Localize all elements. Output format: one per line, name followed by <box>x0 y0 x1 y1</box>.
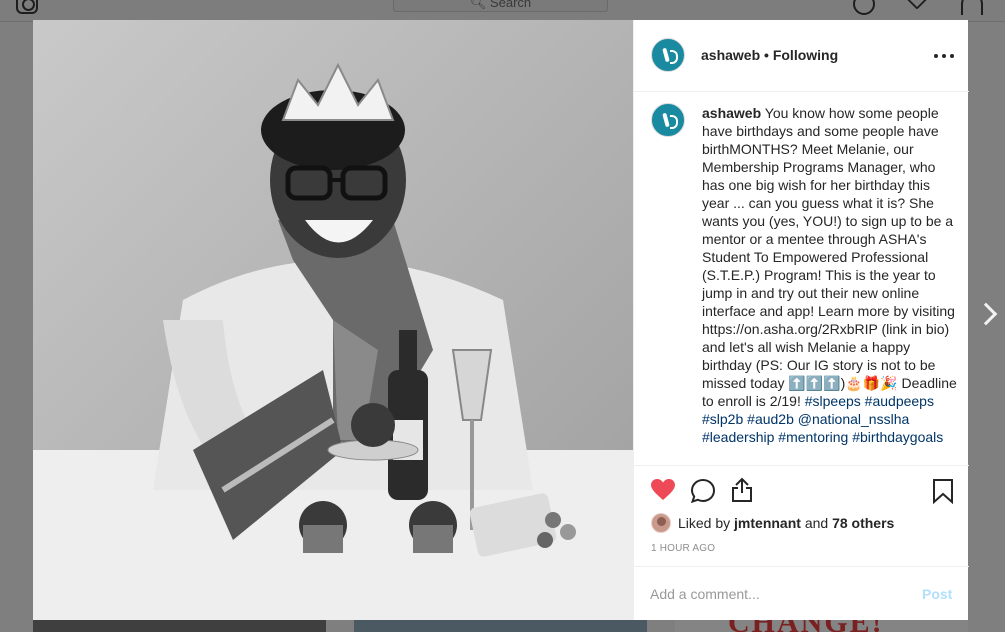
top-navigation-bar: 🔍︎ Search <box>0 0 1005 22</box>
search-placeholder: Search <box>489 0 532 10</box>
post-photo[interactable] <box>33 20 633 620</box>
hashtag-link[interactable]: #slpeeps <box>805 393 861 409</box>
post-actions: Liked by jmtennant and 78 others 1 hour … <box>634 465 969 620</box>
likes-prefix: Liked by <box>678 515 731 531</box>
bookmark-icon[interactable] <box>932 478 954 504</box>
liker-username[interactable]: jmtennant <box>734 515 801 531</box>
like-heart-icon[interactable] <box>650 478 676 502</box>
likes-line: Liked by jmtennant and 78 others <box>651 513 894 533</box>
caption-text: You know how some people have birthdays … <box>702 105 957 409</box>
author-username[interactable]: ashaweb <box>701 47 760 63</box>
follow-status-button[interactable]: Following <box>773 47 838 63</box>
post-caption: ashaweb You know how some people have bi… <box>702 104 957 446</box>
comments-section[interactable]: ashaweb You know how some people have bi… <box>634 93 969 465</box>
post-modal: ashaweb • Following ashaweb You know how… <box>33 20 969 620</box>
share-icon[interactable] <box>730 477 754 503</box>
next-post-arrow-icon[interactable] <box>974 302 998 326</box>
hashtag-link[interactable]: #birthdaygoals <box>852 429 943 445</box>
hashtag-link[interactable]: #slp2b <box>702 411 743 427</box>
likes-others-link[interactable]: 78 others <box>832 515 894 531</box>
author-avatar[interactable] <box>651 38 685 72</box>
hashtag-link[interactable]: #leadership <box>702 429 774 445</box>
author-separator: • <box>760 47 773 63</box>
post-comment-button[interactable]: Post <box>922 586 952 602</box>
post-timestamp[interactable]: 1 hour ago <box>651 543 715 554</box>
comment-icon[interactable] <box>690 478 716 504</box>
caption-author-avatar[interactable] <box>651 103 685 137</box>
instagram-logo-icon[interactable] <box>16 0 38 14</box>
author-line: ashaweb • Following <box>701 47 838 63</box>
hashtag-link[interactable]: #audpeeps <box>865 393 934 409</box>
heart-icon[interactable] <box>904 0 930 10</box>
hashtag-link[interactable]: #mentoring <box>778 429 848 445</box>
likes-conjunction: and <box>804 515 829 531</box>
add-comment-input[interactable] <box>650 584 900 604</box>
hashtag-link[interactable]: #aud2b <box>747 411 794 427</box>
post-side-panel: ashaweb • Following ashaweb You know how… <box>633 20 969 620</box>
liker-avatar[interactable] <box>651 513 671 533</box>
post-header: ashaweb • Following <box>634 20 969 92</box>
mention-link[interactable]: @national_nsslha <box>798 411 910 427</box>
more-options-icon[interactable] <box>934 46 956 64</box>
grid-tile[interactable] <box>33 620 326 632</box>
profile-icon[interactable] <box>961 0 983 15</box>
search-input[interactable]: 🔍︎ Search <box>393 0 608 12</box>
compass-icon[interactable] <box>853 0 875 15</box>
caption-username[interactable]: ashaweb <box>702 105 761 121</box>
grid-tile[interactable] <box>354 620 647 632</box>
add-comment-bar: Post <box>634 566 969 621</box>
